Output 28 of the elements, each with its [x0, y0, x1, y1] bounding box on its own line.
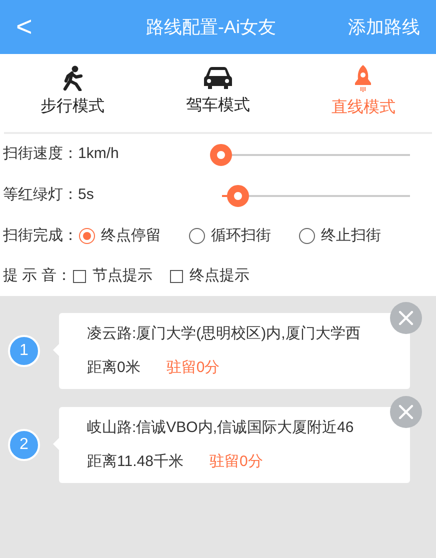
mode-tab[interactable]: 驾车模式 — [145, 66, 291, 118]
running-person-icon — [60, 65, 85, 91]
slider-thumb[interactable] — [210, 144, 232, 166]
stop-address: 岐山路:信诚VBO内,信诚国际大厦附近46 — [87, 418, 354, 438]
stop-stay-time: 驻留0分 — [209, 452, 263, 472]
stop-address: 凌云路:厦门大学(思明校区)内,厦门大学西 — [87, 324, 360, 344]
slider-thumb[interactable] — [226, 184, 249, 206]
finish-label: 扫街完成： — [3, 226, 78, 246]
close-icon[interactable] — [390, 396, 422, 428]
checkbox-option[interactable]: 节点提示 — [73, 264, 152, 288]
stop-distance: 距离0米 — [87, 358, 140, 378]
stop-card[interactable]: 岐山路:信诚VBO内,信诚国际大厦附近46 距离11.48千米 驻留0分 — [59, 407, 410, 483]
slider-label: 扫街速度：1km/h — [3, 144, 120, 164]
radio-option[interactable]: 终点停留 — [79, 224, 161, 248]
slider-label: 等红绿灯：5s — [3, 185, 95, 206]
radio-option[interactable]: 循环扫街 — [189, 224, 271, 248]
checkbox-option[interactable]: 终点提示 — [170, 264, 250, 288]
stop-card[interactable]: 凌云路:厦门大学(思明校区)内,厦门大学西 距离0米 驻留0分 — [59, 313, 410, 389]
sound-label: 提 示 音： — [3, 266, 72, 286]
radio-option[interactable]: 终止扫街 — [299, 224, 381, 248]
mode-tab[interactable]: 步行模式 — [0, 65, 146, 119]
stop-distance: 距离11.48千米 — [87, 452, 184, 472]
page-title: 路线配置-Ai女友 — [146, 16, 276, 38]
stop-number: 2 — [8, 429, 40, 461]
close-icon[interactable] — [390, 302, 422, 334]
stop-number: 1 — [8, 335, 40, 367]
car-icon — [202, 66, 233, 90]
stop-stay-time: 驻留0分 — [166, 358, 220, 378]
